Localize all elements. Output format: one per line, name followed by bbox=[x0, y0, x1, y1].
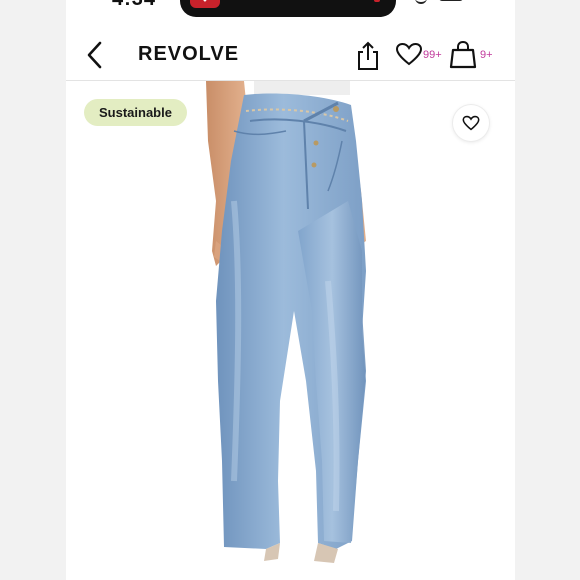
battery-icon bbox=[439, 0, 463, 1]
shopping-bag-button[interactable]: 9+ bbox=[449, 40, 499, 70]
status-icons bbox=[415, 0, 475, 6]
status-time: 4:34 bbox=[112, 0, 156, 11]
sustainable-badge: Sustainable bbox=[84, 99, 187, 126]
brand-logo[interactable]: REVOLVE bbox=[138, 43, 239, 66]
back-button[interactable] bbox=[84, 40, 108, 70]
wifi-icon bbox=[415, 0, 427, 4]
share-button[interactable] bbox=[355, 41, 381, 71]
share-icon bbox=[358, 41, 378, 70]
wishlist-button[interactable]: 99+ bbox=[395, 41, 445, 69]
add-to-wishlist-button[interactable] bbox=[453, 105, 489, 141]
app-header: REVOLVE 99+ 9+ bbox=[66, 30, 515, 81]
recording-indicator-icon bbox=[374, 0, 380, 2]
product-image[interactable]: Sustainable bbox=[66, 81, 515, 580]
dynamic-island: ◆ bbox=[180, 0, 396, 17]
jeans-photo bbox=[206, 81, 366, 563]
heart-icon bbox=[395, 42, 423, 66]
bag-count-badge: 9+ bbox=[480, 49, 493, 61]
phone-screen: 4:34 ◆ REVOLVE 99+ bbox=[66, 0, 515, 580]
back-chevron-icon bbox=[87, 41, 102, 69]
wishlist-count-badge: 99+ bbox=[423, 49, 442, 61]
shopping-bag-icon bbox=[449, 40, 477, 69]
live-activity-icon: ◆ bbox=[190, 0, 220, 8]
heart-outline-icon bbox=[462, 115, 480, 131]
